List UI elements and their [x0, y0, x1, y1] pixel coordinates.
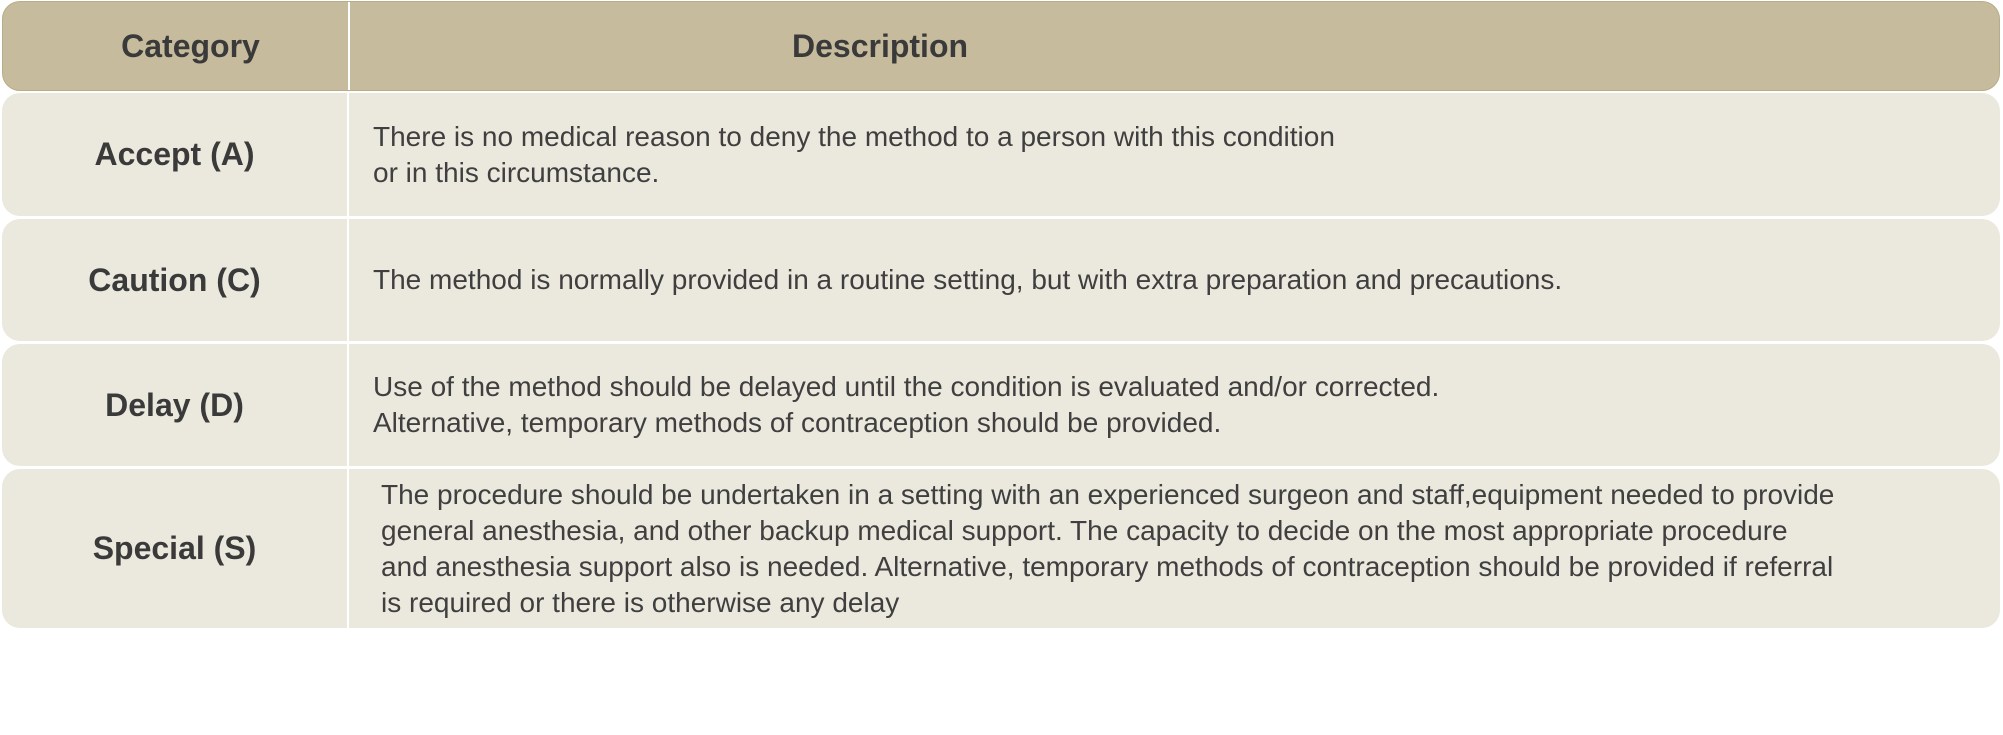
- description-text: Use of the method should be delayed unti…: [373, 371, 1440, 438]
- table-row-special: Special (S) The procedure should be unde…: [2, 469, 2000, 628]
- table-header-row: Category Description: [2, 1, 2000, 91]
- table-row-caution: Caution (C) The method is normally provi…: [2, 219, 2000, 341]
- category-cell: Special (S): [2, 469, 349, 628]
- description-cell: Use of the method should be delayed unti…: [349, 344, 2000, 466]
- description-cell: The method is normally provided in a rou…: [349, 219, 2000, 341]
- category-cell: Accept (A): [2, 93, 349, 216]
- table-row-delay: Delay (D) Use of the method should be de…: [2, 344, 2000, 466]
- description-text: There is no medical reason to deny the m…: [373, 120, 1335, 188]
- header-description: Description: [792, 28, 969, 64]
- table-row-accept: Accept (A) There is no medical reason to…: [2, 93, 2000, 216]
- description-text: The procedure should be undertaken in a …: [381, 479, 1835, 618]
- header-category: Category: [3, 2, 350, 90]
- category-cell: Caution (C): [2, 219, 349, 341]
- category-cell: Delay (D): [2, 344, 349, 466]
- description-text: The method is normally provided in a rou…: [373, 264, 1563, 295]
- description-cell: The procedure should be undertaken in a …: [349, 469, 2000, 628]
- description-cell: There is no medical reason to deny the m…: [349, 93, 2000, 216]
